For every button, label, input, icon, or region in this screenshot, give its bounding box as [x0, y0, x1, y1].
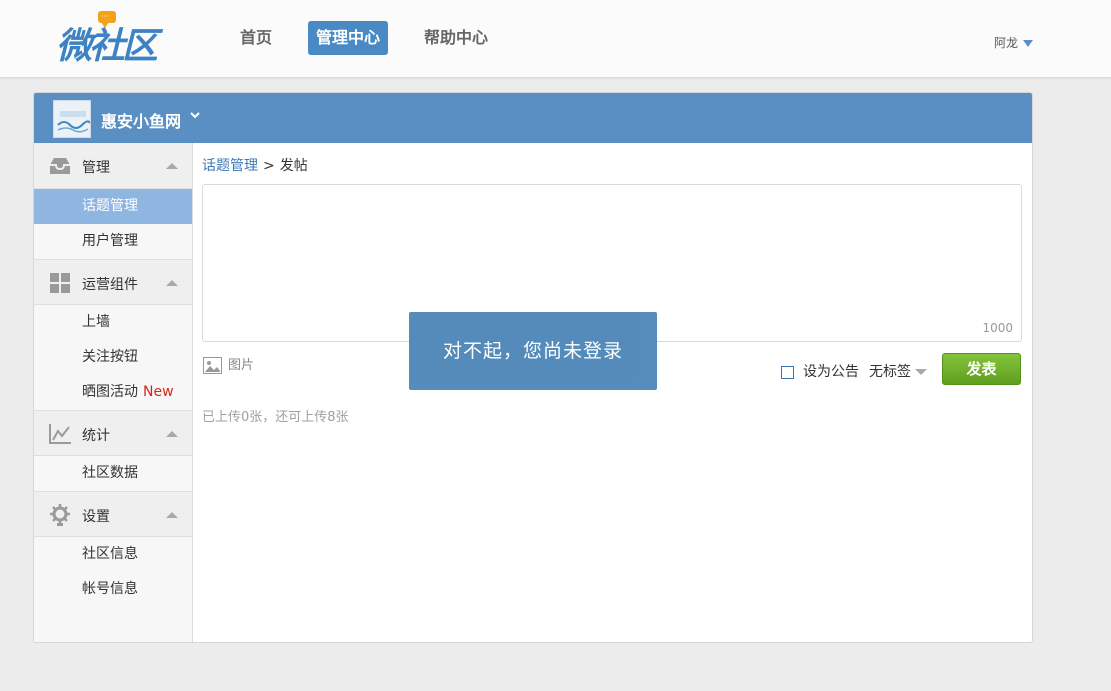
main-nav: 首页 管理中心 帮助中心 [232, 21, 524, 55]
community-name[interactable]: 惠安小鱼网 [101, 108, 181, 132]
dropdown-arrow-icon [915, 369, 927, 375]
announce-checkbox[interactable]: 设为公告 [781, 361, 859, 381]
chart-icon [49, 424, 71, 444]
new-badge: New [143, 384, 174, 400]
breadcrumb: 话题管理 > 发帖 [202, 155, 308, 175]
sidebar-section-label: 统计 [82, 428, 110, 444]
tag-select[interactable]: 无标签 [869, 361, 927, 381]
checkbox-box[interactable] [781, 365, 794, 379]
dropdown-triangle-icon [1023, 40, 1033, 47]
sidebar-section-stats[interactable]: 统计 [34, 410, 192, 456]
image-icon [203, 357, 222, 374]
user-menu[interactable]: 阿龙 [994, 34, 1033, 51]
logo-text: 微社区 [56, 26, 158, 67]
nav-admin-center[interactable]: 管理中心 [308, 21, 389, 55]
breadcrumb-parent-link[interactable]: 话题管理 [202, 158, 258, 174]
sidebar-section-manage[interactable]: 管理 [34, 143, 192, 189]
nav-home[interactable]: 首页 [232, 21, 280, 55]
top-bar: ··· 微社区 首页 管理中心 帮助中心 阿龙 [0, 0, 1111, 78]
sidebar-item-follow-button[interactable]: 关注按钮 [34, 340, 192, 375]
community-header: 惠安小鱼网 [34, 93, 1032, 143]
sidebar-item-account-info[interactable]: 帐号信息 [34, 572, 192, 607]
login-required-toast: 对不起，您尚未登录 [409, 312, 657, 390]
chevron-down-icon[interactable] [190, 110, 200, 120]
collapse-caret-icon [166, 280, 178, 286]
user-name: 阿龙 [993, 36, 1018, 50]
sidebar-item-photo-activity[interactable]: 晒图活动 New [34, 375, 192, 410]
sidebar-item-community-info[interactable]: 社区信息 [34, 537, 192, 572]
sidebar-item-community-data[interactable]: 社区数据 [34, 456, 192, 491]
sidebar-item-label: 晒图活动 [82, 384, 138, 400]
collapse-caret-icon [166, 512, 178, 518]
content-area: 话题管理 > 发帖 1000 图片 已上传0张，还可上传8张 设为公告 无标签 发表 [193, 143, 1032, 642]
grid-icon [50, 273, 70, 293]
sidebar-section-label: 管理 [82, 160, 110, 176]
collapse-caret-icon [166, 163, 178, 169]
tag-select-value: 无标签 [869, 364, 911, 380]
sidebar-section-operations[interactable]: 运营组件 [34, 259, 192, 305]
sidebar: 管理 话题管理 用户管理 运营组件 上墙 关注按钮 晒图活动 New 统计 社区… [34, 143, 193, 642]
sidebar-section-settings[interactable]: 设置 [34, 491, 192, 537]
breadcrumb-current: 发帖 [279, 158, 308, 174]
announce-label: 设为公告 [803, 364, 859, 380]
upload-note: 已上传0张，还可上传8张 [202, 410, 349, 425]
collapse-caret-icon [166, 431, 178, 437]
nav-help-center[interactable]: 帮助中心 [416, 21, 496, 55]
sidebar-item-topic-manage[interactable]: 话题管理 [34, 189, 192, 224]
breadcrumb-separator: > [263, 158, 275, 174]
char-counter: 1000 [982, 321, 1013, 335]
sidebar-item-user-manage[interactable]: 用户管理 [34, 224, 192, 259]
community-avatar [53, 100, 91, 138]
site-logo[interactable]: ··· 微社区 [56, 9, 166, 67]
sidebar-section-label: 设置 [82, 509, 110, 525]
add-image-button[interactable]: 图片 [203, 354, 254, 374]
sidebar-section-label: 运营组件 [82, 277, 138, 293]
post-button[interactable]: 发表 [942, 353, 1021, 385]
add-image-label: 图片 [228, 358, 255, 373]
gear-icon [50, 504, 70, 526]
inbox-icon [50, 158, 70, 174]
sidebar-item-wall[interactable]: 上墙 [34, 305, 192, 340]
